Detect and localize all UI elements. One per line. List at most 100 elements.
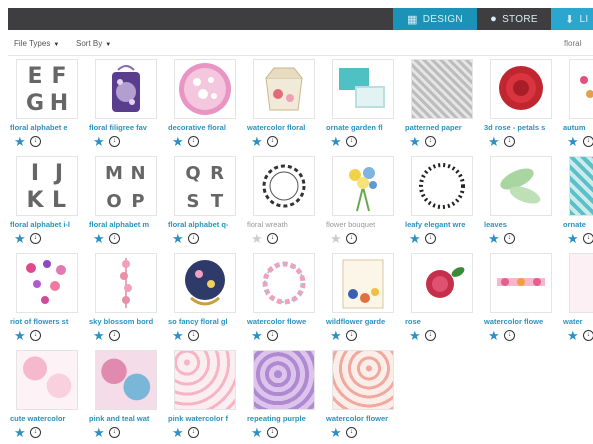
design-thumbnail xyxy=(174,350,236,410)
star-icon[interactable]: ★ xyxy=(172,328,184,344)
download-circle-icon[interactable]: ↓ xyxy=(109,233,120,244)
star-icon[interactable]: ★ xyxy=(409,134,421,150)
design-thumbnail xyxy=(569,253,593,313)
star-icon[interactable]: ★ xyxy=(409,231,421,247)
design-tile[interactable]: pink watercolor f ★ ↓ xyxy=(166,348,244,444)
download-circle-icon[interactable]: ↓ xyxy=(504,233,515,244)
star-icon[interactable]: ★ xyxy=(330,425,342,441)
design-tile[interactable]: flower bouquet ★ ↓ xyxy=(324,154,402,252)
design-tile[interactable]: leaves ★ ↓ xyxy=(482,154,560,252)
design-tile[interactable]: sky blossom bord ★ ↓ xyxy=(87,251,165,349)
star-icon[interactable]: ★ xyxy=(14,134,26,150)
design-name: watercolor flowe xyxy=(484,317,544,326)
download-circle-icon[interactable]: ↓ xyxy=(425,136,436,147)
download-circle-icon[interactable]: ↓ xyxy=(504,330,515,341)
design-tile[interactable]: watercolor floral ★ ↓ xyxy=(245,57,323,155)
sort-by-dropdown[interactable]: Sort By ▼ xyxy=(76,39,111,48)
design-name: watercolor flowe xyxy=(247,317,307,326)
star-icon[interactable]: ★ xyxy=(93,134,105,150)
design-tile[interactable]: leafy elegant wre ★ ↓ xyxy=(403,154,481,252)
download-circle-icon[interactable]: ↓ xyxy=(267,427,278,438)
design-tile[interactable]: decorative floral ★ ↓ xyxy=(166,57,244,155)
design-tile[interactable]: QRST floral alphabet q- ★ ↓ xyxy=(166,154,244,252)
thumb-letter: O xyxy=(106,191,122,212)
star-icon[interactable]: ★ xyxy=(488,231,500,247)
download-circle-icon[interactable]: ↓ xyxy=(425,330,436,341)
download-circle-icon[interactable]: ↓ xyxy=(30,233,41,244)
download-circle-icon[interactable]: ↓ xyxy=(504,136,515,147)
design-tile[interactable]: wildflower garde ★ ↓ xyxy=(324,251,402,349)
download-circle-icon[interactable]: ↓ xyxy=(346,427,357,438)
design-tile[interactable]: watercolor flowe ★ ↓ xyxy=(482,251,560,349)
star-icon[interactable]: ★ xyxy=(567,134,579,150)
tab-design[interactable]: ▦ DESIGN xyxy=(393,8,477,30)
download-circle-icon[interactable]: ↓ xyxy=(267,330,278,341)
star-icon[interactable]: ★ xyxy=(330,231,342,247)
search-input[interactable]: floral xyxy=(564,39,581,48)
star-icon[interactable]: ★ xyxy=(172,134,184,150)
download-circle-icon[interactable]: ↓ xyxy=(583,233,593,244)
star-icon[interactable]: ★ xyxy=(330,134,342,150)
star-icon[interactable]: ★ xyxy=(172,425,184,441)
download-circle-icon[interactable]: ↓ xyxy=(188,233,199,244)
star-icon[interactable]: ★ xyxy=(251,328,263,344)
star-icon[interactable]: ★ xyxy=(488,328,500,344)
download-circle-icon[interactable]: ↓ xyxy=(188,330,199,341)
star-icon[interactable]: ★ xyxy=(567,231,579,247)
design-tile[interactable]: watercolor flowe ★ ↓ xyxy=(245,251,323,349)
download-circle-icon[interactable]: ↓ xyxy=(188,136,199,147)
download-circle-icon[interactable]: ↓ xyxy=(583,330,593,341)
star-icon[interactable]: ★ xyxy=(93,425,105,441)
design-tile[interactable]: floral filigree fav ★ ↓ xyxy=(87,57,165,155)
download-circle-icon[interactable]: ↓ xyxy=(188,427,199,438)
design-tile[interactable]: repeating purple ★ ↓ xyxy=(245,348,323,444)
design-tile[interactable]: watercolor flower ★ ↓ xyxy=(324,348,402,444)
star-icon[interactable]: ★ xyxy=(172,231,184,247)
design-thumbnail xyxy=(490,59,552,119)
download-circle-icon[interactable]: ↓ xyxy=(30,136,41,147)
design-tile[interactable]: riot of flowers st ★ ↓ xyxy=(8,251,86,349)
star-icon[interactable]: ★ xyxy=(251,425,263,441)
download-circle-icon[interactable]: ↓ xyxy=(346,330,357,341)
star-icon[interactable]: ★ xyxy=(251,134,263,150)
star-icon[interactable]: ★ xyxy=(14,425,26,441)
star-icon[interactable]: ★ xyxy=(330,328,342,344)
design-tile[interactable]: IJKL floral alphabet i-l ★ ↓ xyxy=(8,154,86,252)
design-tile[interactable]: 3d rose - petals s ★ ↓ xyxy=(482,57,560,155)
design-tile[interactable]: floral wreath ★ ↓ xyxy=(245,154,323,252)
star-icon[interactable]: ★ xyxy=(409,328,421,344)
star-icon[interactable]: ★ xyxy=(14,231,26,247)
design-tile[interactable]: water ★ ↓ xyxy=(561,251,593,349)
download-circle-icon[interactable]: ↓ xyxy=(30,427,41,438)
download-circle-icon[interactable]: ↓ xyxy=(346,233,357,244)
star-icon[interactable]: ★ xyxy=(251,231,263,247)
download-circle-icon[interactable]: ↓ xyxy=(267,233,278,244)
download-circle-icon[interactable]: ↓ xyxy=(583,136,593,147)
star-icon[interactable]: ★ xyxy=(93,231,105,247)
design-tile[interactable]: ornate garden fl ★ ↓ xyxy=(324,57,402,155)
star-icon[interactable]: ★ xyxy=(567,328,579,344)
design-tile[interactable]: pink and teal wat ★ ↓ xyxy=(87,348,165,444)
design-tile[interactable]: autum ★ ↓ xyxy=(561,57,593,155)
star-icon[interactable]: ★ xyxy=(14,328,26,344)
design-tile[interactable]: ornate ★ ↓ xyxy=(561,154,593,252)
design-tile[interactable]: MNOP floral alphabet m ★ ↓ xyxy=(87,154,165,252)
download-circle-icon[interactable]: ↓ xyxy=(109,427,120,438)
download-circle-icon[interactable]: ↓ xyxy=(30,330,41,341)
star-icon[interactable]: ★ xyxy=(488,134,500,150)
design-tile[interactable]: cute watercolor ★ ↓ xyxy=(8,348,86,444)
design-tile[interactable]: rose ★ ↓ xyxy=(403,251,481,349)
star-icon[interactable]: ★ xyxy=(93,328,105,344)
sky-blossom-image xyxy=(120,258,132,308)
design-tile[interactable]: patterned paper ★ ↓ xyxy=(403,57,481,155)
design-tile[interactable]: so fancy floral gl ★ ↓ xyxy=(166,251,244,349)
file-types-dropdown[interactable]: File Types ▼ xyxy=(14,39,59,48)
download-circle-icon[interactable]: ↓ xyxy=(425,233,436,244)
tab-store[interactable]: ● STORE xyxy=(477,8,551,30)
download-circle-icon[interactable]: ↓ xyxy=(267,136,278,147)
download-circle-icon[interactable]: ↓ xyxy=(346,136,357,147)
download-circle-icon[interactable]: ↓ xyxy=(109,330,120,341)
design-tile[interactable]: EFGH floral alphabet e ★ ↓ xyxy=(8,57,86,155)
download-circle-icon[interactable]: ↓ xyxy=(109,136,120,147)
tab-library[interactable]: ⬇ LI xyxy=(551,8,593,30)
